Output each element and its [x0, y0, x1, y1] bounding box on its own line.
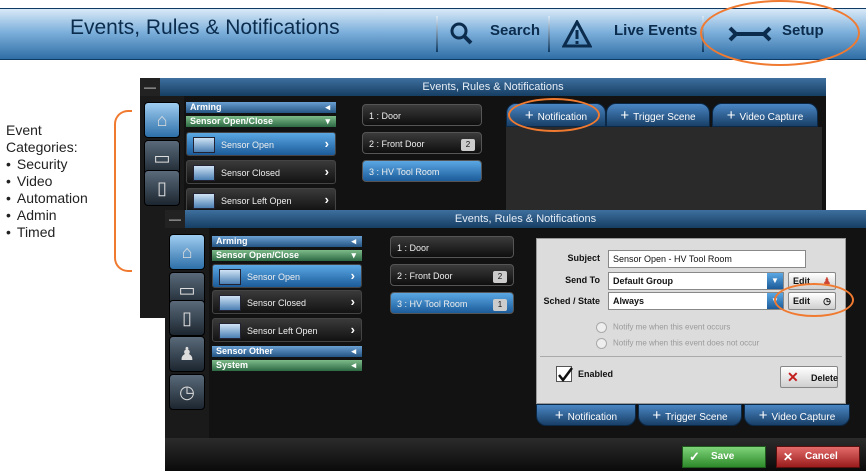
subject-input[interactable]: Sensor Open - HV Tool Room: [608, 250, 806, 268]
tab-video-capture[interactable]: + Video Capture: [712, 103, 818, 127]
device-item-front-door[interactable]: 2 : Front Door 2: [362, 132, 482, 154]
category-item-sensor-left-open[interactable]: Sensor Left Open ›: [212, 318, 362, 342]
enabled-checkbox[interactable]: [556, 366, 573, 383]
banner-title: Events, Rules & Notifications: [70, 16, 340, 39]
automation-icon[interactable]: ▯: [169, 300, 205, 336]
search-icon: [450, 22, 473, 45]
category-item-sensor-closed[interactable]: Sensor Closed ›: [212, 290, 362, 314]
banner-divider: [436, 16, 438, 52]
radio-notify-not-occurs[interactable]: Notify me when this event does not occur: [596, 338, 759, 349]
timer-icon[interactable]: ◷: [169, 374, 205, 410]
note-category: Admin: [6, 207, 88, 224]
category-header-sensor-open-close[interactable]: Sensor Open/Close ▾: [186, 116, 336, 127]
tab-notification[interactable]: + Notification: [536, 404, 636, 426]
window-title: Events, Rules & Notifications: [185, 210, 866, 228]
tab-trigger-scene[interactable]: + Trigger Scene: [606, 103, 710, 127]
subject-label: Subject: [567, 253, 600, 263]
category-item-sensor-left-open[interactable]: Sensor Left Open ›: [186, 188, 336, 212]
divider: [540, 356, 842, 357]
save-button[interactable]: ✓ Save: [682, 446, 766, 468]
device-item-front-door[interactable]: 2 : Front Door 2: [390, 264, 514, 286]
automation-icon[interactable]: ▯: [144, 170, 180, 206]
check-icon: ✓: [689, 449, 700, 464]
cancel-button[interactable]: ✕ Cancel: [776, 446, 860, 468]
check-icon: [558, 367, 573, 383]
event-categories-note: Event Categories: Security Video Automat…: [6, 122, 88, 241]
tab-trigger-scene[interactable]: + Trigger Scene: [638, 404, 742, 426]
close-icon: ✕: [783, 450, 794, 464]
note-category: Timed: [6, 224, 88, 241]
device-item-hv-tool-room[interactable]: 3 : HV Tool Room: [362, 160, 482, 182]
highlight-circle: [774, 283, 854, 317]
category-header-system[interactable]: System ◂: [212, 360, 362, 371]
send-to-label: Send To: [565, 275, 600, 285]
category-header-arming[interactable]: Arming ◂: [186, 102, 336, 113]
chevron-down-icon: ▼: [767, 273, 783, 289]
category-item-sensor-open[interactable]: Sensor Open ›: [186, 132, 336, 156]
category-header-arming[interactable]: Arming ◂: [212, 236, 362, 247]
highlight-circle: [700, 0, 860, 66]
live-events-label: Live Events: [614, 22, 698, 39]
enabled-label: Enabled: [578, 369, 614, 379]
category-item-sensor-closed[interactable]: Sensor Closed ›: [186, 160, 336, 184]
minimize-button[interactable]: —: [140, 78, 160, 96]
minimize-button[interactable]: —: [165, 210, 185, 228]
note-category: Security: [6, 156, 88, 173]
category-header-sensor-other[interactable]: Sensor Other ◂: [212, 346, 362, 357]
note-category: Video: [6, 173, 88, 190]
bracket-annotation: [114, 110, 132, 272]
tab-content-area: [506, 127, 822, 212]
send-to-select[interactable]: Default Group ▼: [608, 272, 784, 290]
radio-notify-occurs[interactable]: Notify me when this event occurs: [596, 322, 730, 333]
highlight-circle: [508, 98, 600, 132]
note-heading: Event: [6, 122, 42, 138]
search-label: Search: [490, 22, 541, 39]
delete-icon: ✕: [787, 369, 799, 385]
note-heading: Categories:: [6, 139, 78, 155]
admin-icon[interactable]: ♟: [169, 336, 205, 372]
tab-video-capture[interactable]: + Video Capture: [744, 404, 850, 426]
device-item-door[interactable]: 1 : Door: [362, 104, 482, 126]
search-button[interactable]: Search: [448, 16, 541, 52]
device-item-door[interactable]: 1 : Door: [390, 236, 514, 258]
note-category: Automation: [6, 190, 88, 207]
window-title: Events, Rules & Notifications: [160, 78, 826, 96]
sched-state-select[interactable]: Always ▼: [608, 292, 784, 310]
warning-icon: [562, 20, 592, 48]
device-item-hv-tool-room[interactable]: 3 : HV Tool Room 1: [390, 292, 514, 314]
delete-button[interactable]: ✕ Delete: [780, 366, 838, 388]
banner-divider: [548, 16, 550, 52]
security-icon[interactable]: ⌂: [169, 234, 205, 270]
category-header-sensor-open-close[interactable]: Sensor Open/Close ▾: [212, 250, 362, 261]
security-icon[interactable]: ⌂: [144, 102, 180, 138]
category-item-sensor-open[interactable]: Sensor Open ›: [212, 264, 362, 288]
live-events-button[interactable]: Live Events: [562, 16, 702, 52]
sched-state-label: Sched / State: [543, 296, 600, 306]
